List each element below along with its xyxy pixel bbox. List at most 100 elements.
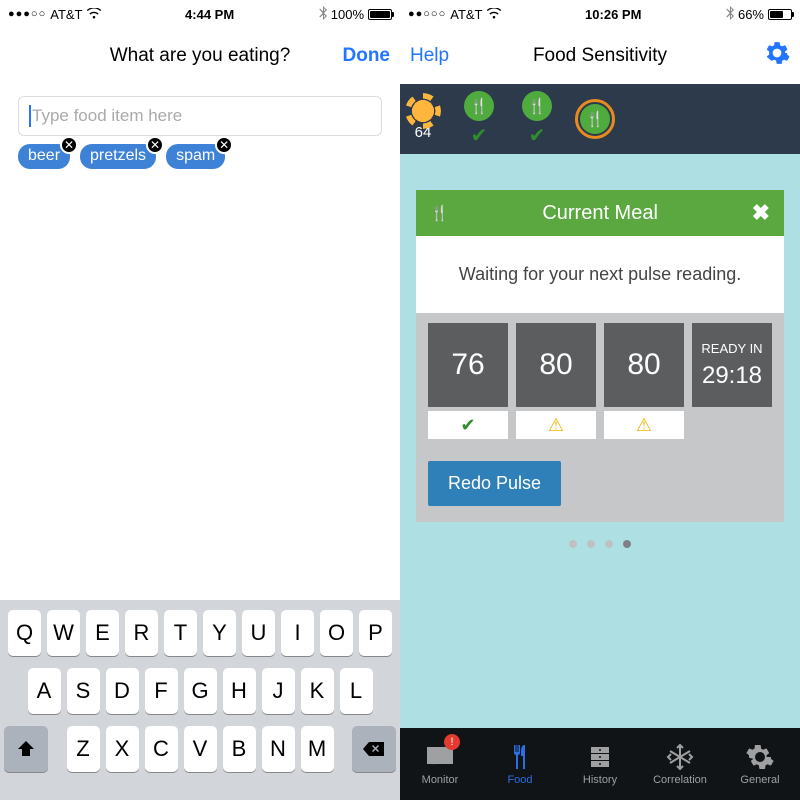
key-p[interactable]: P [359, 610, 392, 656]
ready-time: 29:18 [702, 362, 762, 390]
key-v[interactable]: V [184, 726, 217, 772]
key-f[interactable]: F [145, 668, 178, 714]
text-cursor [29, 105, 31, 127]
carrier-label: AT&T [450, 7, 482, 22]
redo-pulse-button[interactable]: Redo Pulse [428, 461, 561, 506]
battery-icon [768, 9, 792, 20]
utensils-icon: 🍴 [528, 97, 547, 115]
bluetooth-icon [319, 6, 327, 23]
food-input[interactable]: Type food item here [18, 96, 382, 136]
backspace-key[interactable] [352, 726, 396, 772]
meal-slot-1[interactable]: 🍴 ✔ [464, 91, 494, 148]
page-dot [587, 540, 595, 548]
warning-icon: ⚠ [636, 415, 652, 436]
tab-bar: ! Monitor Food History Correlation Gener… [400, 728, 800, 800]
status-bar: ●●●○○ AT&T 4:44 PM 100% [0, 0, 400, 28]
status-bar: ●●○○○ AT&T 10:26 PM 66% [400, 0, 800, 28]
battery-pct: 66% [738, 7, 764, 22]
tab-label: History [583, 774, 617, 786]
key-i[interactable]: I [281, 610, 314, 656]
tab-label: Correlation [653, 774, 707, 786]
check-icon: ✔ [460, 415, 475, 436]
help-button[interactable]: Help [410, 45, 449, 67]
key-k[interactable]: K [301, 668, 334, 714]
key-b[interactable]: B [223, 726, 256, 772]
key-m[interactable]: M [301, 726, 334, 772]
nav-title: Food Sensitivity [400, 45, 800, 67]
ready-label: READY IN [701, 341, 762, 356]
tab-monitor[interactable]: ! Monitor [400, 728, 480, 800]
key-j[interactable]: J [262, 668, 295, 714]
key-x[interactable]: X [106, 726, 139, 772]
key-c[interactable]: C [145, 726, 178, 772]
key-z[interactable]: Z [67, 726, 100, 772]
key-o[interactable]: O [320, 610, 353, 656]
page-indicator[interactable] [400, 522, 800, 558]
card-message: Waiting for your next pulse reading. [416, 236, 784, 313]
meal-slot-2[interactable]: 🍴 ✔ [522, 91, 552, 148]
key-n[interactable]: N [262, 726, 295, 772]
signal-dots: ●●○○○ [408, 8, 446, 20]
key-y[interactable]: Y [203, 610, 236, 656]
wifi-icon [487, 7, 501, 22]
bluetooth-icon [726, 6, 734, 23]
pulse-status-4 [692, 411, 772, 439]
tab-correlation[interactable]: Correlation [640, 728, 720, 800]
wake-reading[interactable]: 64 [410, 98, 436, 141]
chip-spam[interactable]: spam✕ [166, 144, 225, 169]
chip-beer[interactable]: beer✕ [18, 144, 70, 169]
signal-dots: ●●●○○ [8, 8, 46, 20]
tab-label: Monitor [422, 774, 459, 786]
page-dot [569, 540, 577, 548]
meal-slot-3-current[interactable]: 🍴 [580, 104, 610, 134]
gear-icon [764, 40, 790, 66]
tab-food[interactable]: Food [480, 728, 560, 800]
pulse-countdown: READY IN 29:18 [692, 323, 772, 407]
tab-label: General [740, 774, 779, 786]
wifi-icon [87, 7, 101, 22]
key-h[interactable]: H [223, 668, 256, 714]
key-s[interactable]: S [67, 668, 100, 714]
key-d[interactable]: D [106, 668, 139, 714]
key-q[interactable]: Q [8, 610, 41, 656]
page-dot [605, 540, 613, 548]
card-title: Current Meal [449, 202, 752, 225]
key-l[interactable]: L [340, 668, 373, 714]
status-time: 4:44 PM [101, 7, 319, 22]
carrier-label: AT&T [50, 7, 82, 22]
settings-button[interactable] [764, 40, 790, 72]
utensils-icon: 🍴 [586, 110, 605, 128]
key-g[interactable]: G [184, 668, 217, 714]
current-meal-card: 🍴 Current Meal ✖ Waiting for your next p… [400, 154, 800, 522]
tab-label: Food [507, 774, 532, 786]
utensils-icon [505, 742, 535, 772]
key-u[interactable]: U [242, 610, 275, 656]
food-entry-screen: ●●●○○ AT&T 4:44 PM 100% What are you eat… [0, 0, 400, 800]
check-icon: ✔ [529, 123, 546, 148]
close-button[interactable]: ✖ [752, 200, 770, 226]
key-a[interactable]: A [28, 668, 61, 714]
status-time: 10:26 PM [501, 7, 726, 22]
battery-pct: 100% [331, 7, 364, 22]
page-dot-active [623, 540, 631, 548]
shift-key[interactable] [4, 726, 48, 772]
key-r[interactable]: R [125, 610, 158, 656]
remove-icon[interactable]: ✕ [215, 136, 233, 154]
pulse-status-3: ⚠ [604, 411, 684, 439]
tab-history[interactable]: History [560, 728, 640, 800]
warning-icon: ⚠ [548, 415, 564, 436]
remove-icon[interactable]: ✕ [146, 136, 164, 154]
check-icon: ✔ [471, 123, 488, 148]
chip-pretzels[interactable]: pretzels✕ [80, 144, 156, 169]
pulse-reading-1: 76 [428, 323, 508, 407]
done-button[interactable]: Done [343, 45, 391, 67]
key-e[interactable]: E [86, 610, 119, 656]
key-w[interactable]: W [47, 610, 80, 656]
navbar: What are you eating? Done [0, 28, 400, 84]
tab-general[interactable]: General [720, 728, 800, 800]
pulse-reading-3: 80 [604, 323, 684, 407]
key-t[interactable]: T [164, 610, 197, 656]
utensils-icon: 🍴 [470, 97, 489, 115]
nav-title: What are you eating? [0, 45, 400, 67]
remove-icon[interactable]: ✕ [60, 136, 78, 154]
